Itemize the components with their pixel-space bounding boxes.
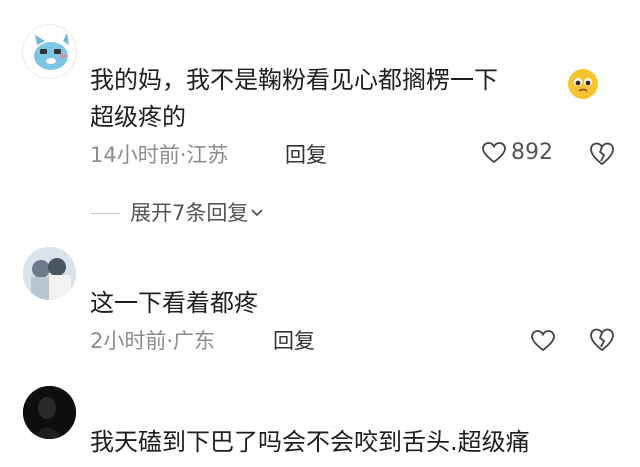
pleading-face-emoji-icon bbox=[568, 69, 598, 99]
cartoon-avatar-icon bbox=[34, 33, 69, 70]
comment-meta: 2小时前·广东 bbox=[90, 329, 216, 353]
avatar[interactable] bbox=[22, 24, 77, 79]
expand-divider bbox=[90, 213, 120, 214]
heart-icon[interactable] bbox=[530, 329, 556, 353]
dislike-icon[interactable] bbox=[589, 141, 615, 167]
user-photo-avatar bbox=[23, 247, 76, 300]
like-count: 892 bbox=[511, 140, 553, 165]
comment-meta: 14小时前·江苏 bbox=[90, 143, 229, 167]
expand-replies-label: 展开7条回复 bbox=[130, 201, 249, 225]
reply-button[interactable]: 回复 bbox=[285, 141, 327, 169]
user-photo-avatar bbox=[23, 386, 76, 439]
comment-text: 这一下看着都疼 bbox=[90, 289, 258, 317]
dislike-icon[interactable] bbox=[589, 327, 615, 353]
avatar[interactable] bbox=[23, 247, 76, 300]
expand-replies-button[interactable]: 展开7条回复 bbox=[130, 198, 264, 228]
reply-button[interactable]: 回复 bbox=[273, 327, 315, 355]
heart-icon bbox=[482, 141, 506, 163]
comment-text: 我天磕到下巴了吗会不会咬到舌头.超级痛 bbox=[90, 428, 530, 456]
chevron-down-icon bbox=[251, 209, 264, 217]
comment-text: 我的妈，我不是鞠粉看见心都搁楞一下 bbox=[90, 66, 498, 94]
avatar[interactable] bbox=[23, 386, 76, 439]
like-button[interactable]: 892 bbox=[481, 140, 553, 165]
comment-text-continued: 超级疼的 bbox=[90, 103, 186, 131]
